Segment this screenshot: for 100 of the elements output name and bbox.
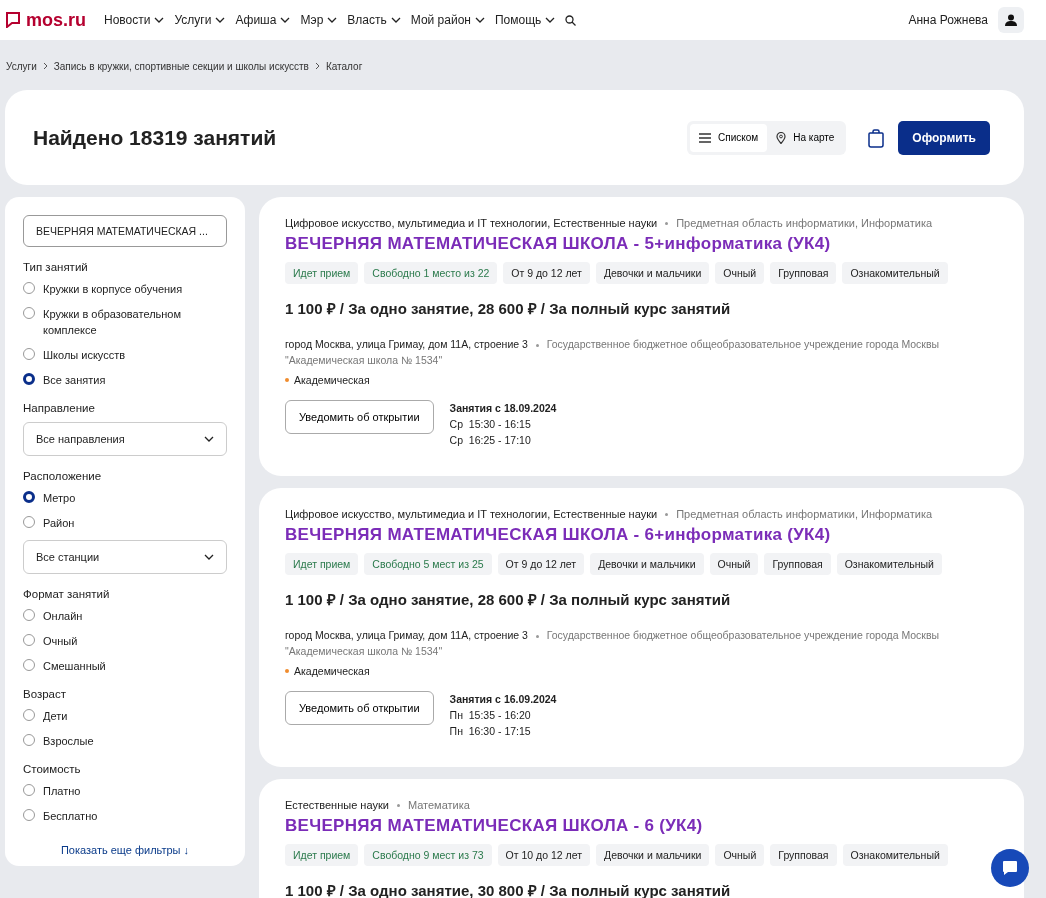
- shopping-bag-icon[interactable]: [868, 127, 885, 148]
- radio-button[interactable]: [23, 809, 35, 821]
- course-title[interactable]: ВЕЧЕРНЯЯ МАТЕМАТИЧЕСКАЯ ШКОЛА - 5+информатика (УК4): [285, 234, 998, 254]
- breadcrumb-link[interactable]: Каталог: [325, 60, 363, 72]
- radio-button[interactable]: [23, 282, 35, 294]
- course-tag: Ознакомительный: [842, 262, 948, 284]
- user-name[interactable]: Анна Рожнева: [908, 13, 988, 27]
- nav-item[interactable]: Услуги: [174, 13, 226, 27]
- radio-button[interactable]: [23, 734, 35, 746]
- course-price: 1 100 ₽ / За одно занятие, 28 600 ₽ / За полный курс занятий: [285, 299, 732, 318]
- schedule-time: Пн 15:35 - 16:20: [449, 708, 532, 723]
- course-category: Естественные науки: [285, 799, 389, 811]
- show-more-filters-link[interactable]: Показать еще фильтры ↓: [23, 844, 227, 856]
- schedule-time: Ср 15:30 - 16:15: [449, 417, 532, 432]
- radio-option[interactable]: Бесплатно: [23, 808, 227, 824]
- schedule-time: Ср 16:25 - 17:10: [449, 433, 532, 448]
- radio-option[interactable]: Все занятия: [23, 372, 227, 388]
- radio-button[interactable]: [23, 709, 35, 721]
- nav-item[interactable]: Мой район: [410, 13, 485, 27]
- dropdown-field[interactable]: Все станции: [23, 540, 227, 574]
- filter-group-title: Расположение: [23, 470, 103, 482]
- radio-option[interactable]: Школы искусств: [23, 347, 227, 363]
- radio-button[interactable]: [23, 491, 35, 503]
- view-tab[interactable]: На карте: [767, 123, 844, 152]
- map-pin-icon: [776, 131, 787, 144]
- course-tag: Идет прием: [285, 844, 359, 866]
- notify-button[interactable]: Уведомить об открытии: [285, 400, 434, 434]
- filter-group-title: Формат занятий: [23, 588, 111, 600]
- logo-icon: [6, 12, 20, 28]
- nav-item[interactable]: Власть: [347, 13, 401, 27]
- logo-text[interactable]: mos.ru: [26, 9, 86, 31]
- chevron-down-icon: [545, 17, 556, 23]
- course-tag: Ознакомительный: [842, 844, 948, 866]
- course-tag: Свободно 5 мест из 25: [364, 553, 492, 575]
- radio-label: Очный: [43, 634, 78, 649]
- radio-button[interactable]: [23, 373, 35, 385]
- radio-option[interactable]: Онлайн: [23, 608, 227, 624]
- nav-item[interactable]: Мэр: [300, 13, 338, 27]
- course-tag: Групповая: [764, 553, 831, 575]
- course-tag: Девочки и мальчики: [595, 262, 710, 284]
- radio-button[interactable]: [23, 307, 35, 319]
- radio-label: Кружки в образовательном комплексе: [43, 307, 183, 338]
- nav-item[interactable]: Афиша: [235, 13, 291, 27]
- menu-icon: [699, 132, 712, 143]
- radio-option[interactable]: Платно: [23, 783, 227, 799]
- course-tag: Девочки и мальчики: [590, 553, 704, 575]
- metro-station: Академическая: [294, 374, 370, 386]
- course-address: город Москва, улица Гримау, дом 11А, строение 3 Государственное бюджетное общеобразовательное учреждение города Москвы "Академическая школа № 1534": [285, 337, 941, 368]
- course-tag: Групповая: [770, 844, 837, 866]
- schedule-time: Пн 16:30 - 17:15: [449, 724, 532, 739]
- dropdown-field[interactable]: Все направления: [23, 422, 227, 456]
- radio-label: Все занятия: [43, 373, 106, 388]
- chevron-down-icon: [327, 17, 338, 23]
- submit-button[interactable]: Оформить: [898, 120, 990, 155]
- course-tag: Очный: [709, 553, 759, 575]
- radio-label: Школы искусств: [43, 348, 126, 363]
- radio-option[interactable]: Кружки в корпусе обучения: [23, 281, 227, 297]
- chevron-down-icon: [154, 17, 165, 23]
- chevron-down-icon: [474, 17, 485, 23]
- radio-option[interactable]: Дети: [23, 708, 227, 724]
- metro-line-dot: [285, 669, 289, 673]
- course-tag: Идет прием: [285, 553, 359, 575]
- radio-option[interactable]: Кружки в образовательном комплексе: [23, 306, 227, 338]
- radio-button[interactable]: [23, 659, 35, 671]
- nav-item[interactable]: Новости: [104, 13, 165, 27]
- radio-label: Район: [43, 516, 75, 531]
- course-tag: От 9 до 12 лет: [503, 262, 590, 284]
- radio-option[interactable]: Взрослые: [23, 733, 227, 749]
- schedule-title: Занятия с 16.09.2024: [449, 692, 557, 707]
- chevron-down-icon: [204, 554, 214, 560]
- course-category: Цифровое искусство, мультимедиа и IT технологии, Естественные науки: [285, 508, 658, 520]
- course-tag: Девочки и мальчики: [596, 844, 710, 866]
- course-tag: От 9 до 12 лет: [497, 553, 585, 575]
- notify-button[interactable]: Уведомить об открытии: [285, 691, 434, 725]
- nav-item[interactable]: Помощь: [494, 13, 556, 27]
- search-field[interactable]: ВЕЧЕРНЯЯ МАТЕМАТИЧЕСКАЯ ...: [23, 215, 227, 247]
- user-avatar[interactable]: [998, 7, 1024, 33]
- course-tag: Свободно 1 место из 22: [364, 262, 498, 284]
- radio-option[interactable]: Очный: [23, 633, 227, 649]
- radio-option[interactable]: Метро: [23, 490, 227, 506]
- radio-button[interactable]: [23, 348, 35, 360]
- chevron-down-icon: [215, 17, 226, 23]
- course-subject: Предметная область информатики, Информатика: [676, 508, 933, 520]
- breadcrumb-link[interactable]: Услуги: [6, 60, 37, 72]
- course-tag: От 10 до 12 лет: [497, 844, 590, 866]
- metro-line-dot: [285, 378, 289, 382]
- course-title[interactable]: ВЕЧЕРНЯЯ МАТЕМАТИЧЕСКАЯ ШКОЛА - 6+информатика (УК4): [285, 525, 998, 545]
- course-title[interactable]: ВЕЧЕРНЯЯ МАТЕМАТИЧЕСКАЯ ШКОЛА - 6 (УК4): [285, 816, 998, 836]
- radio-button[interactable]: [23, 609, 35, 621]
- breadcrumb-link[interactable]: Запись в кружки, спортивные секции и школы искусств: [53, 60, 309, 72]
- view-tab[interactable]: Списком: [690, 123, 768, 152]
- radio-button[interactable]: [23, 784, 35, 796]
- radio-option[interactable]: Район: [23, 515, 227, 531]
- course-tag: Групповая: [770, 262, 837, 284]
- course-category: Цифровое искусство, мультимедиа и IT технологии, Естественные науки: [285, 217, 658, 229]
- radio-option[interactable]: Смешанный: [23, 658, 227, 674]
- search-icon[interactable]: [565, 14, 577, 26]
- radio-button[interactable]: [23, 516, 35, 528]
- radio-label: Бесплатно: [43, 809, 98, 824]
- radio-button[interactable]: [23, 634, 35, 646]
